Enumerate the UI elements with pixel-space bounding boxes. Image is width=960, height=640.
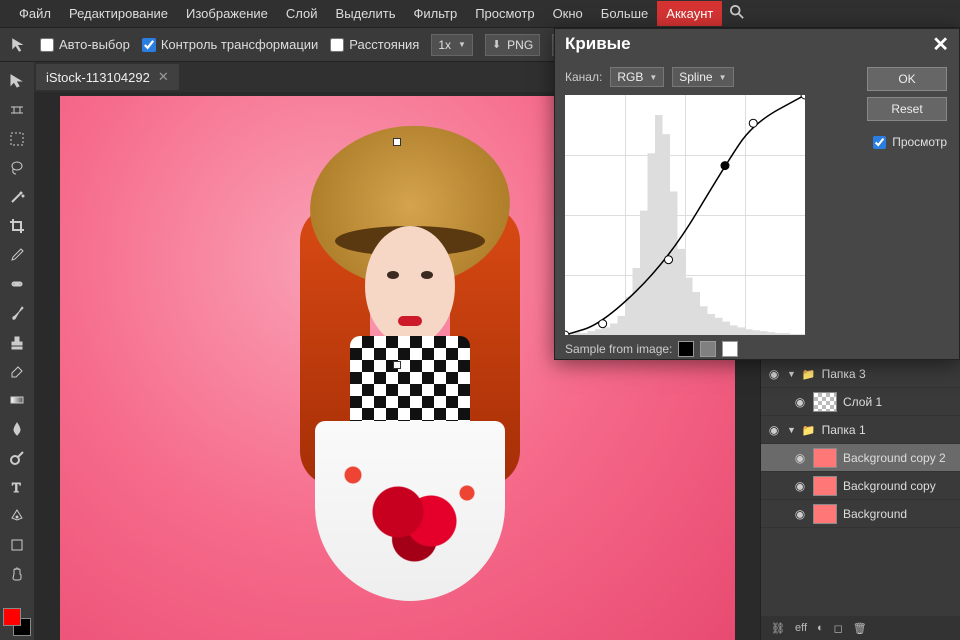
toolbox: T xyxy=(0,62,34,640)
close-icon[interactable]: ✕ xyxy=(932,32,949,57)
layer-folder[interactable]: ◉ ▼ Папка 1 xyxy=(761,416,960,444)
magic-wand-tool-icon[interactable] xyxy=(3,184,31,210)
zoom-select[interactable]: 1x xyxy=(431,34,473,56)
layer-name: Папка 3 xyxy=(822,367,866,381)
ok-button[interactable]: OK xyxy=(867,67,947,91)
document-tab-label: iStock-113104292 xyxy=(46,70,150,85)
layer-item[interactable]: ◉ Background xyxy=(761,500,960,528)
layer-thumbnail xyxy=(813,476,837,496)
shape-tool-icon[interactable] xyxy=(3,532,31,558)
curves-graph[interactable] xyxy=(565,95,805,335)
gradient-tool-icon[interactable] xyxy=(3,387,31,413)
menu-view[interactable]: Просмотр xyxy=(466,1,543,26)
folder-icon xyxy=(802,367,816,381)
crop-tool-icon[interactable] xyxy=(3,213,31,239)
menu-file[interactable]: Файл xyxy=(10,1,60,26)
rect-select-tool-icon[interactable] xyxy=(3,126,31,152)
auto-select-checkbox[interactable]: Авто-выбор xyxy=(40,37,130,52)
folder-icon xyxy=(802,423,816,437)
preview-label: Просмотр xyxy=(892,135,947,149)
hand-tool-icon[interactable] xyxy=(3,561,31,587)
menu-image[interactable]: Изображение xyxy=(177,1,277,26)
stamp-tool-icon[interactable] xyxy=(3,329,31,355)
curves-dialog: Кривые ✕ OK Reset Просмотр Канал: RGB Sp… xyxy=(554,28,960,360)
sample-label: Sample from image: xyxy=(565,342,672,356)
pen-tool-icon[interactable] xyxy=(3,503,31,529)
lasso-tool-icon[interactable] xyxy=(3,155,31,181)
layers-panel: ◉ ▼ Папка 3 ◉ Слой 1 ◉ ▼ Папка 1 ◉ Backg… xyxy=(760,360,960,640)
foreground-color-swatch[interactable] xyxy=(3,608,21,626)
channel-select[interactable]: RGB xyxy=(610,67,664,87)
layer-thumbnail xyxy=(813,392,837,412)
layer-mask-icon[interactable]: ◐ xyxy=(817,622,824,634)
new-layer-icon[interactable]: ◻ xyxy=(834,622,843,635)
sample-white-swatch[interactable] xyxy=(722,341,738,357)
menu-filter[interactable]: Фильтр xyxy=(405,1,467,26)
brush-tool-icon[interactable] xyxy=(3,300,31,326)
layer-item[interactable]: ◉ Background copy xyxy=(761,472,960,500)
transform-controls-checkbox[interactable]: Контроль трансформации xyxy=(142,37,318,52)
search-icon[interactable] xyxy=(730,5,744,22)
preview-checkbox[interactable]: Просмотр xyxy=(873,135,947,149)
layer-item[interactable]: ◉ Слой 1 xyxy=(761,388,960,416)
layer-name: Background copy xyxy=(843,479,936,493)
distances-checkbox[interactable]: Расстояния xyxy=(330,37,419,52)
color-swatches[interactable] xyxy=(3,608,31,636)
artboard-tool-icon[interactable] xyxy=(3,97,31,123)
layers-footer: ⛓ eff ◐ ◻ 🗑 xyxy=(761,616,960,640)
layer-name: Background copy 2 xyxy=(843,451,946,465)
auto-select-label: Авто-выбор xyxy=(59,37,130,52)
document-tab[interactable]: iStock-113104292 ✕ xyxy=(36,64,179,90)
visibility-icon[interactable]: ◉ xyxy=(793,395,807,409)
eyedropper-tool-icon[interactable] xyxy=(3,242,31,268)
heal-tool-icon[interactable] xyxy=(3,271,31,297)
menu-more[interactable]: Больше xyxy=(592,1,658,26)
layer-effects-button[interactable]: eff xyxy=(795,622,807,634)
menu-layer[interactable]: Слой xyxy=(277,1,327,26)
image-subject xyxy=(270,126,550,626)
menu-select[interactable]: Выделить xyxy=(327,1,405,26)
channel-label: Канал: xyxy=(565,70,602,84)
expand-icon[interactable]: ▼ xyxy=(787,425,796,435)
close-tab-icon[interactable]: ✕ xyxy=(158,69,169,85)
visibility-icon[interactable]: ◉ xyxy=(793,479,807,493)
layer-name: Слой 1 xyxy=(843,395,882,409)
dialog-titlebar[interactable]: Кривые ✕ xyxy=(555,29,959,59)
visibility-icon[interactable]: ◉ xyxy=(793,507,807,521)
layer-thumbnail xyxy=(813,504,837,524)
blur-tool-icon[interactable] xyxy=(3,416,31,442)
layer-item[interactable]: ◉ Background copy 2 xyxy=(761,444,960,472)
eraser-tool-icon[interactable] xyxy=(3,358,31,384)
interp-select[interactable]: Spline xyxy=(672,67,733,87)
sample-black-swatch[interactable] xyxy=(678,341,694,357)
expand-icon[interactable]: ▼ xyxy=(787,369,796,379)
link-layers-icon[interactable]: ⛓ xyxy=(771,622,785,635)
distances-label: Расстояния xyxy=(349,37,419,52)
move-tool-icon[interactable] xyxy=(3,68,31,94)
reset-button[interactable]: Reset xyxy=(867,97,947,121)
sample-gray-swatch[interactable] xyxy=(700,341,716,357)
layer-name: Папка 1 xyxy=(822,423,866,437)
menu-account[interactable]: Аккаунт xyxy=(657,1,722,26)
delete-layer-icon[interactable]: 🗑 xyxy=(853,622,867,635)
layer-name: Background xyxy=(843,507,907,521)
menu-bar: Файл Редактирование Изображение Слой Выд… xyxy=(0,0,960,28)
transform-controls-label: Контроль трансформации xyxy=(161,37,318,52)
dialog-title: Кривые xyxy=(565,34,631,54)
svg-text:T: T xyxy=(12,481,21,495)
visibility-icon[interactable]: ◉ xyxy=(767,423,781,437)
layer-thumbnail xyxy=(813,448,837,468)
export-png-button[interactable]: PNG xyxy=(485,34,540,56)
menu-edit[interactable]: Редактирование xyxy=(60,1,177,26)
text-tool-icon[interactable]: T xyxy=(3,474,31,500)
menu-window[interactable]: Окно xyxy=(544,1,592,26)
transform-handle-mid[interactable] xyxy=(393,361,401,369)
visibility-icon[interactable]: ◉ xyxy=(767,367,781,381)
move-tool-indicator-icon xyxy=(10,36,28,54)
transform-handle-top[interactable] xyxy=(393,138,401,146)
dodge-tool-icon[interactable] xyxy=(3,445,31,471)
visibility-icon[interactable]: ◉ xyxy=(793,451,807,465)
